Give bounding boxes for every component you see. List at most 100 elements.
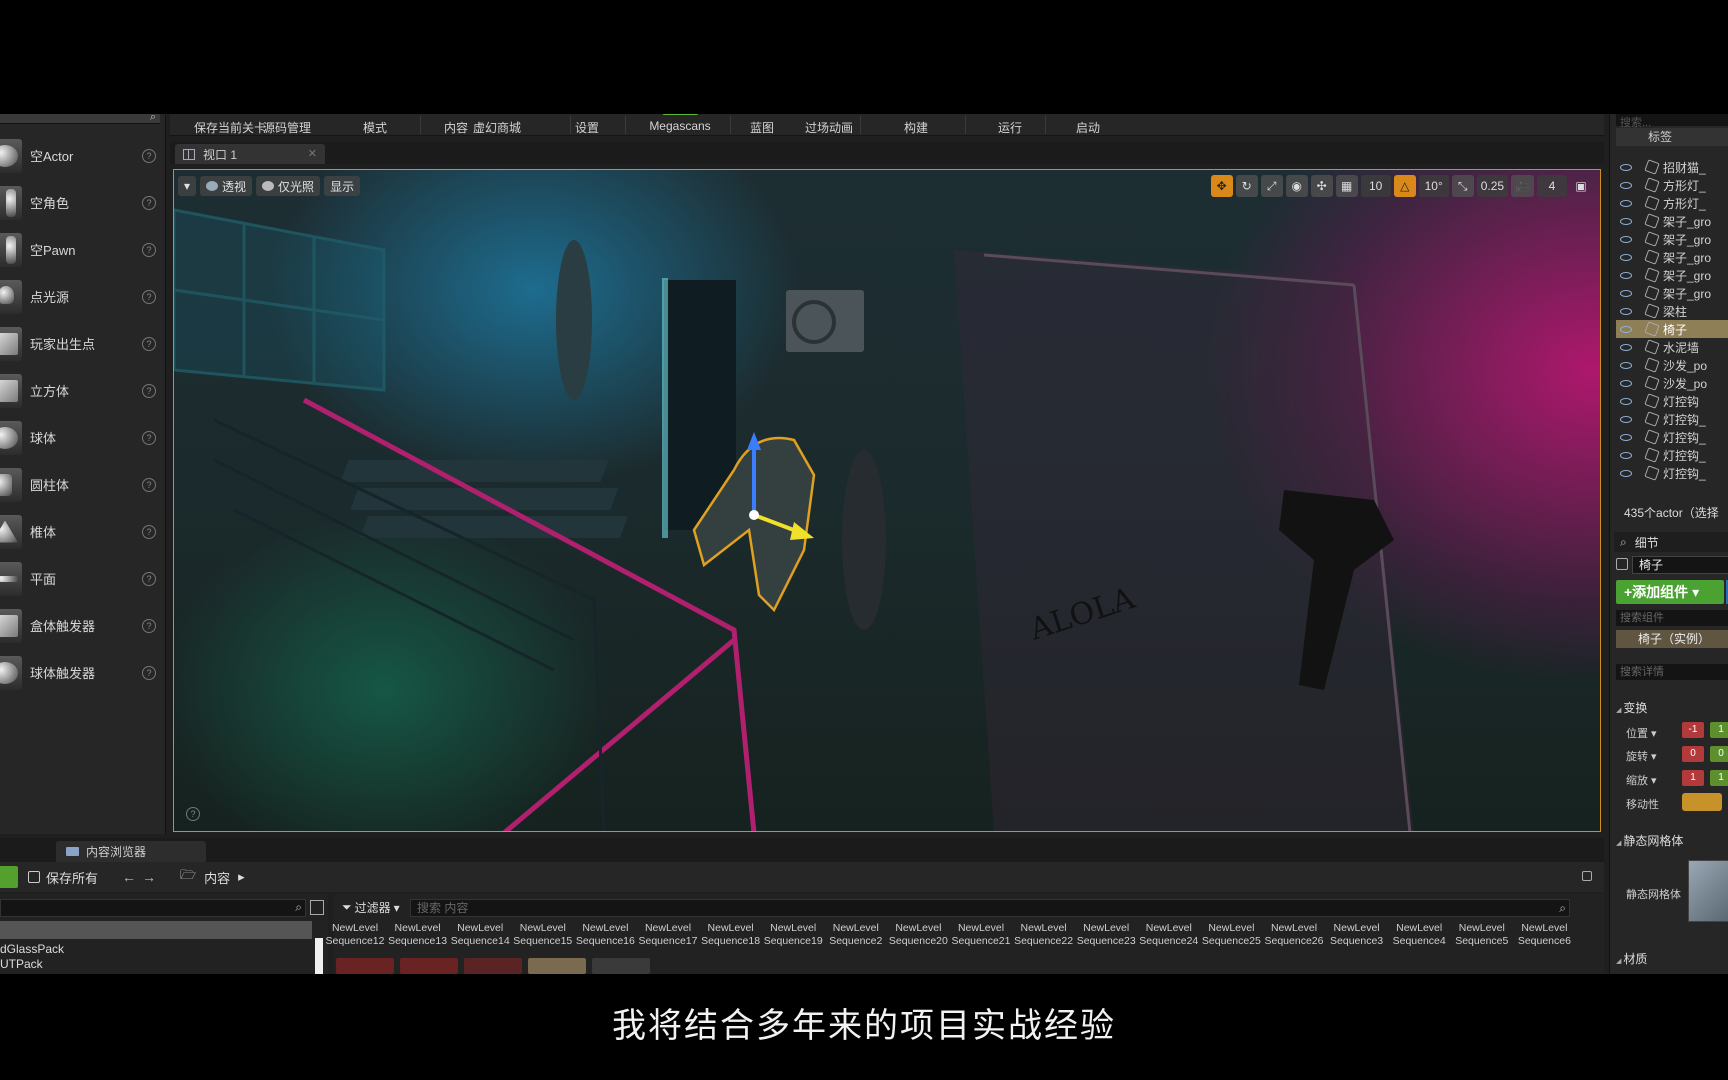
location-x-field[interactable]: -1 bbox=[1682, 722, 1704, 738]
rotation-label[interactable]: 旋转 ▾ bbox=[1626, 748, 1657, 764]
outliner-row[interactable]: 架子_gro bbox=[1616, 230, 1728, 248]
surface-snap-icon[interactable]: ✣ bbox=[1310, 175, 1333, 197]
visibility-eye-icon[interactable] bbox=[1620, 361, 1632, 369]
asset-item[interactable]: NewLevel Sequence6 bbox=[1513, 922, 1575, 948]
toolbar-button[interactable]: 虚幻商城 bbox=[473, 119, 521, 136]
camera-speed-icon[interactable]: 🎥 bbox=[1511, 175, 1534, 197]
toolbar-button[interactable]: 内容 bbox=[444, 119, 468, 136]
static-mesh-section[interactable]: 静态网格体 bbox=[1616, 832, 1683, 849]
visibility-eye-icon[interactable] bbox=[1620, 433, 1632, 441]
grid-snap-icon[interactable]: ▦ bbox=[1335, 175, 1358, 197]
help-icon[interactable]: ? bbox=[142, 665, 156, 680]
component-instance-row[interactable]: 椅子（实例） bbox=[1616, 630, 1728, 648]
asset-item[interactable]: NewLevel Sequence26 bbox=[1263, 922, 1325, 948]
toolbar-button[interactable]: 模式 bbox=[363, 119, 387, 136]
help-icon[interactable]: ? bbox=[142, 289, 156, 304]
location-y-field[interactable]: 1 bbox=[1710, 722, 1728, 738]
visibility-eye-icon[interactable] bbox=[1620, 307, 1632, 315]
camera-speed-value[interactable]: 4 bbox=[1537, 175, 1567, 197]
help-icon[interactable]: ? bbox=[186, 807, 200, 821]
rotation-x-field[interactable]: 0 bbox=[1682, 746, 1704, 762]
asset-item[interactable]: NewLevel Sequence13 bbox=[387, 922, 449, 948]
asset-thumbnail[interactable] bbox=[464, 958, 522, 974]
visibility-eye-icon[interactable] bbox=[1620, 217, 1632, 225]
scale-snap-icon[interactable]: ⤡ bbox=[1451, 175, 1474, 197]
asset-item[interactable]: NewLevel Sequence18 bbox=[700, 922, 762, 948]
save-all-button[interactable]: 保存所有 bbox=[28, 868, 98, 887]
place-actor-item[interactable]: 球体触发器? bbox=[0, 649, 166, 696]
mobility-toggle[interactable] bbox=[1682, 793, 1722, 811]
visibility-eye-icon[interactable] bbox=[1620, 181, 1632, 189]
visibility-eye-icon[interactable] bbox=[1620, 325, 1632, 333]
toolbar-button[interactable]: 过场动画 bbox=[805, 119, 853, 136]
asset-item[interactable]: NewLevel Sequence20 bbox=[887, 922, 949, 948]
outliner-search-input[interactable]: 搜索... bbox=[1616, 114, 1728, 129]
perspective-button[interactable]: 透视 bbox=[200, 176, 253, 196]
asset-item[interactable]: NewLevel Sequence4 bbox=[1388, 922, 1450, 948]
outliner-row[interactable]: 沙发_po bbox=[1616, 374, 1728, 392]
back-arrow-icon[interactable]: ← bbox=[122, 869, 136, 885]
help-icon[interactable]: ? bbox=[142, 618, 156, 633]
help-icon[interactable]: ? bbox=[142, 571, 156, 586]
asset-item[interactable]: NewLevel Sequence21 bbox=[950, 922, 1012, 948]
close-icon[interactable]: ✕ bbox=[308, 147, 317, 160]
outliner-row[interactable]: 椅子 bbox=[1616, 320, 1728, 338]
add-new-button[interactable] bbox=[0, 866, 18, 888]
asset-thumbnail[interactable] bbox=[592, 958, 650, 974]
help-icon[interactable]: ? bbox=[142, 148, 156, 163]
tab-viewport-1[interactable]: 视口 1 ✕ bbox=[175, 144, 325, 164]
static-mesh-thumbnail[interactable] bbox=[1688, 860, 1728, 922]
visibility-eye-icon[interactable] bbox=[1620, 379, 1632, 387]
toolbar-button[interactable]: 运行 bbox=[998, 119, 1022, 136]
toolbar-button[interactable]: 设置 bbox=[575, 119, 599, 136]
help-icon[interactable]: ? bbox=[142, 195, 156, 210]
selected-folder-row[interactable] bbox=[0, 921, 312, 939]
place-actor-item[interactable]: 圆柱体? bbox=[0, 461, 166, 508]
visibility-eye-icon[interactable] bbox=[1620, 397, 1632, 405]
outliner-row[interactable]: 灯控钩_ bbox=[1616, 410, 1728, 428]
help-icon[interactable]: ? bbox=[142, 336, 156, 351]
outliner-row[interactable]: 梁柱 bbox=[1616, 302, 1728, 320]
add-component-button[interactable]: +添加组件 ▾ bbox=[1616, 580, 1724, 604]
help-icon[interactable]: ? bbox=[142, 477, 156, 492]
toolbar-button[interactable]: 启动 bbox=[1076, 119, 1100, 136]
place-actor-item[interactable]: 盒体触发器? bbox=[0, 602, 166, 649]
place-actor-item[interactable]: 空Pawn? bbox=[0, 226, 166, 273]
outliner-row[interactable]: 灯控钩_ bbox=[1616, 446, 1728, 464]
asset-item[interactable]: NewLevel Sequence12 bbox=[324, 922, 386, 948]
place-actors-search[interactable]: ⌕ bbox=[0, 114, 160, 124]
world-local-icon[interactable]: ◉ bbox=[1285, 175, 1308, 197]
help-icon[interactable]: ? bbox=[142, 383, 156, 398]
toolbar-button[interactable]: 蓝图 bbox=[750, 119, 774, 136]
scale-y-field[interactable]: 1 bbox=[1710, 770, 1728, 786]
rotation-y-field[interactable]: 0 bbox=[1710, 746, 1728, 762]
outliner-row[interactable]: 灯控钩_ bbox=[1616, 428, 1728, 446]
place-actor-item[interactable]: 椎体? bbox=[0, 508, 166, 555]
visibility-eye-icon[interactable] bbox=[1620, 415, 1632, 423]
toolbar-button[interactable]: 构建 bbox=[904, 119, 928, 136]
visibility-eye-icon[interactable] bbox=[1620, 343, 1632, 351]
grid-snap-value[interactable]: 10 bbox=[1360, 175, 1391, 197]
place-actor-item[interactable]: 平面? bbox=[0, 555, 166, 602]
asset-item[interactable]: NewLevel Sequence2 bbox=[825, 922, 887, 948]
outliner-row[interactable]: 架子_gro bbox=[1616, 266, 1728, 284]
outliner-row[interactable]: 灯控钩_ bbox=[1616, 464, 1728, 482]
folder-item[interactable]: dGlassPack bbox=[0, 942, 64, 956]
lock-icon[interactable] bbox=[1582, 871, 1592, 881]
outliner-row[interactable]: 招财猫_ bbox=[1616, 158, 1728, 176]
visibility-eye-icon[interactable] bbox=[1620, 469, 1632, 477]
content-path[interactable]: 🗁 内容 ▸ bbox=[180, 866, 245, 888]
outliner-row[interactable]: 方形灯_ bbox=[1616, 194, 1728, 212]
toolbar-button[interactable]: 保存当前关卡 bbox=[194, 119, 266, 136]
show-button[interactable]: 显示 bbox=[324, 176, 361, 196]
outliner-row[interactable]: 方形灯_ bbox=[1616, 176, 1728, 194]
place-actor-item[interactable]: 玩家出生点? bbox=[0, 320, 166, 367]
asset-item[interactable]: NewLevel Sequence24 bbox=[1138, 922, 1200, 948]
translate-icon[interactable]: ✥ bbox=[1210, 175, 1233, 197]
outliner-column-header[interactable]: 标签 bbox=[1616, 128, 1728, 146]
scale-icon[interactable]: ⤢ bbox=[1260, 175, 1283, 197]
toolbar-button[interactable]: 源码管理 bbox=[263, 119, 311, 136]
location-label[interactable]: 位置 ▾ bbox=[1626, 725, 1657, 741]
outliner-row[interactable]: 灯控钩 bbox=[1616, 392, 1728, 410]
place-actor-item[interactable]: 立方体? bbox=[0, 367, 166, 414]
